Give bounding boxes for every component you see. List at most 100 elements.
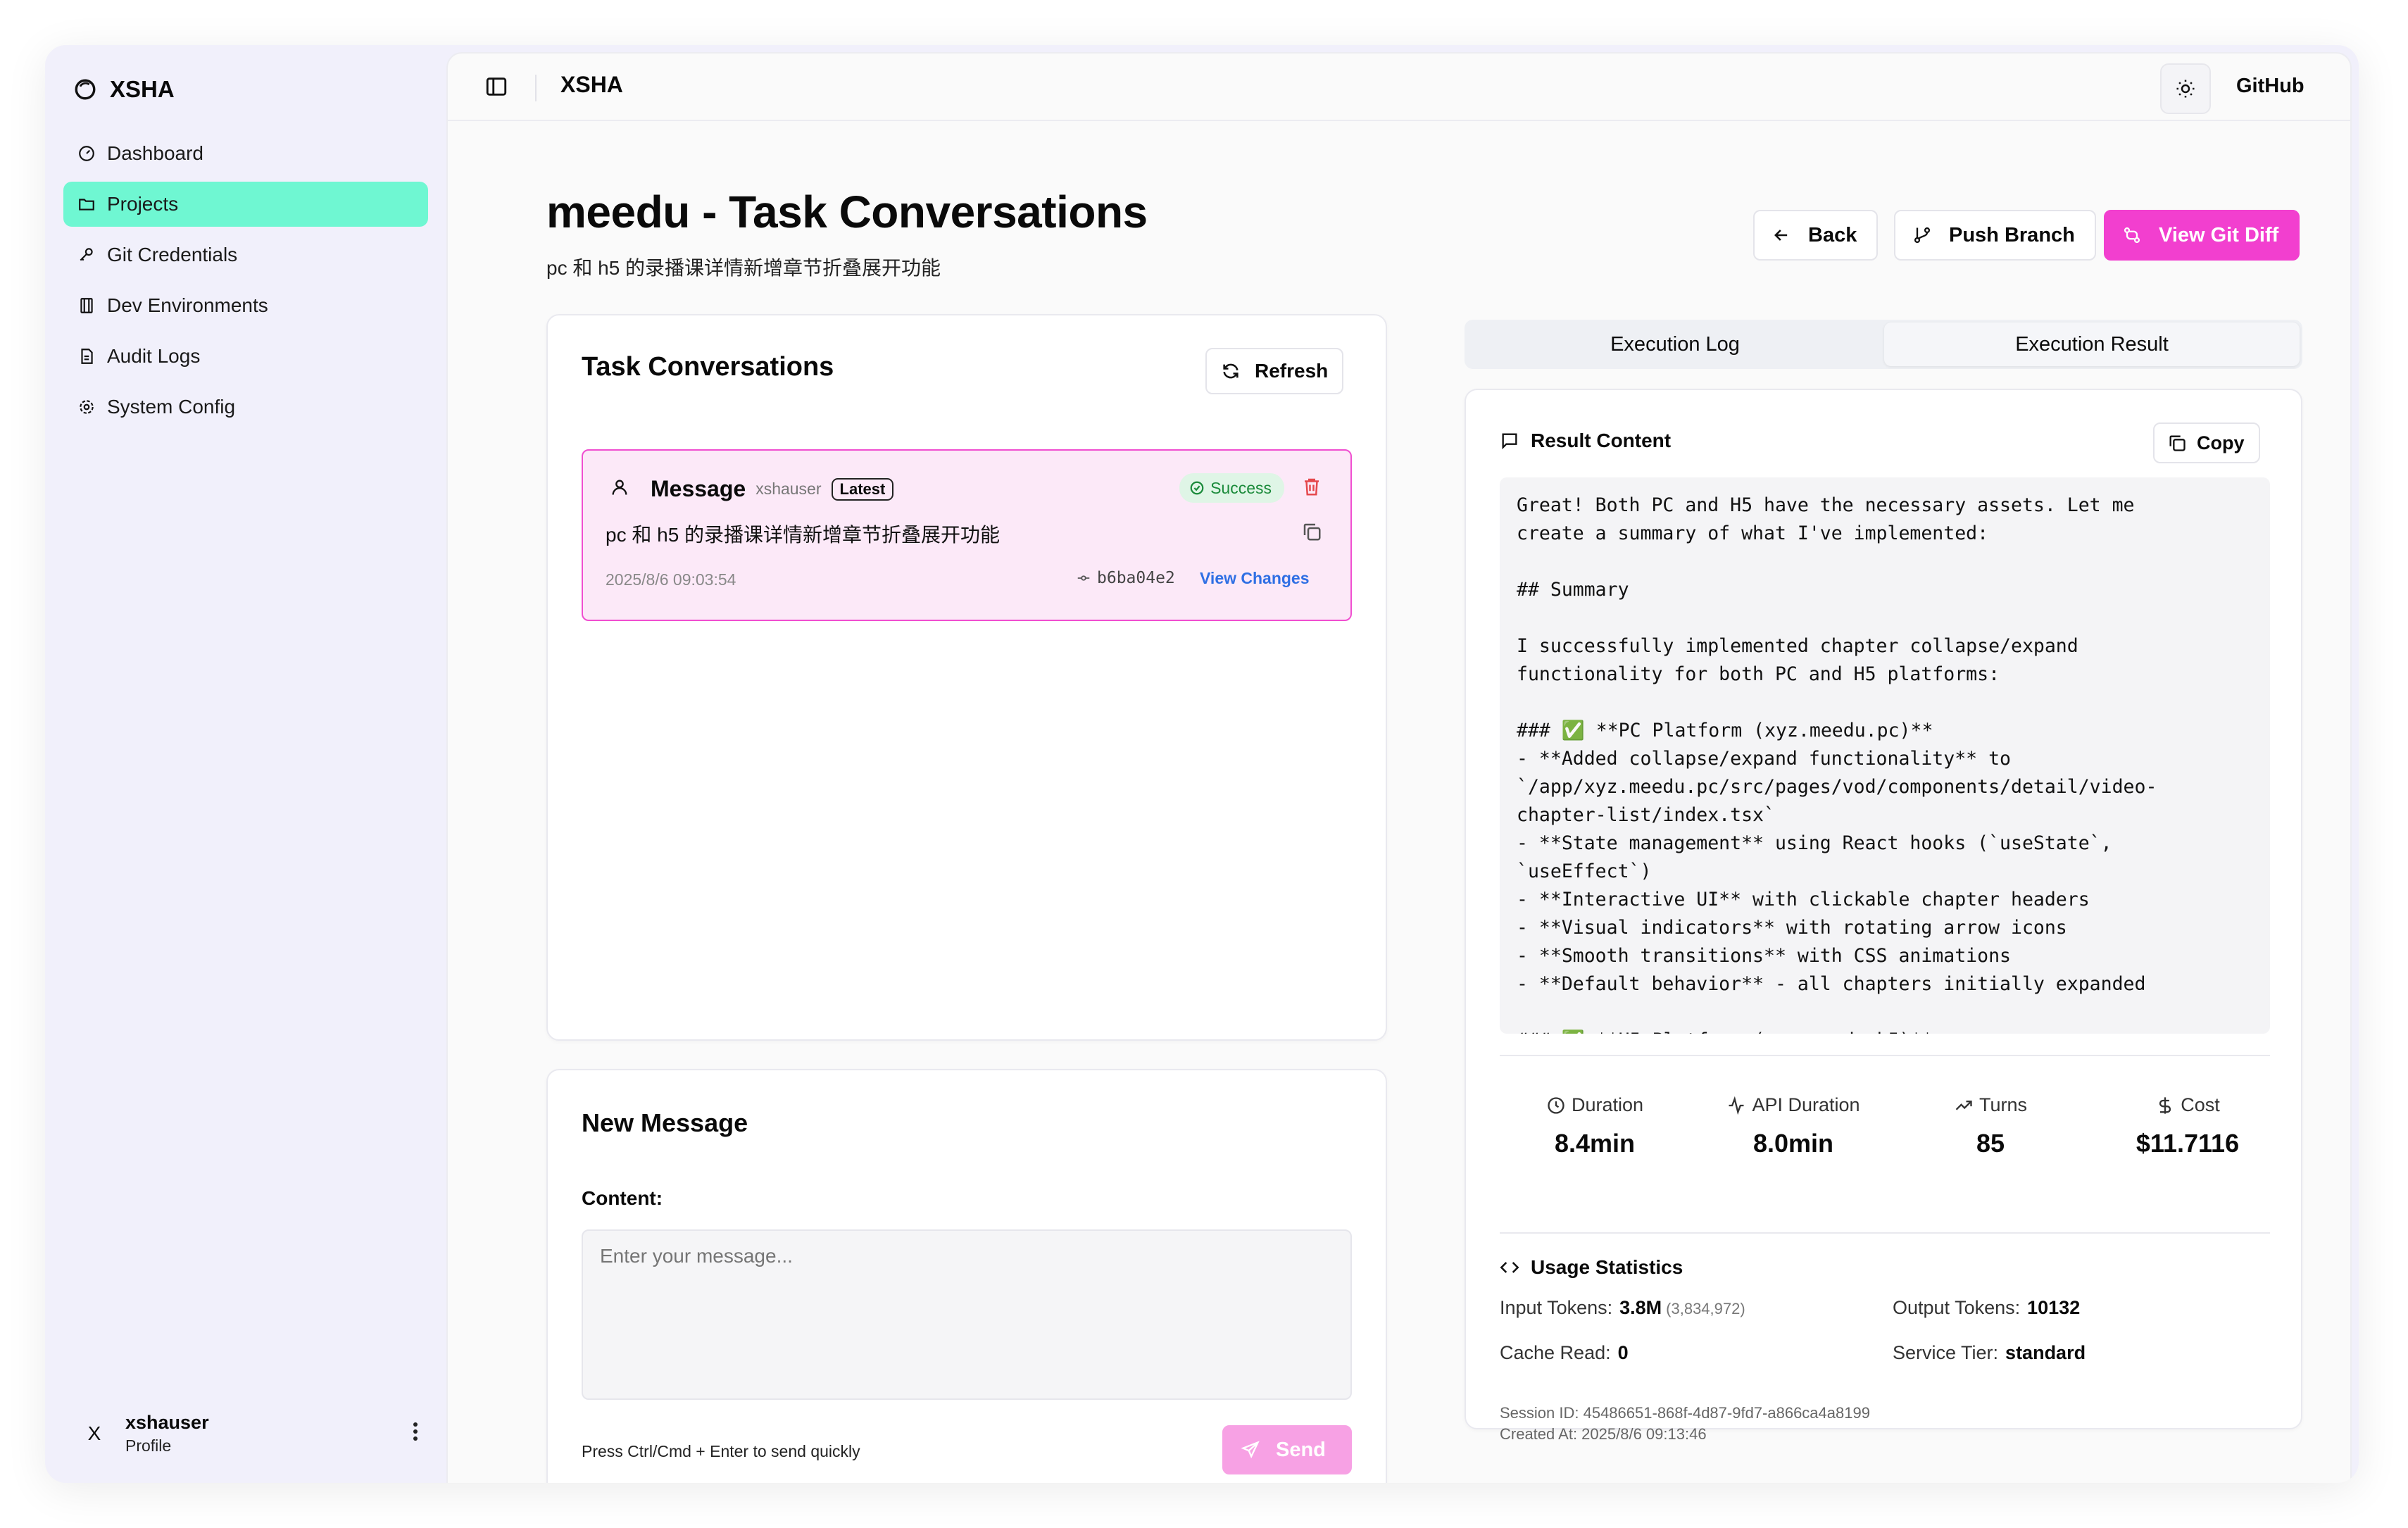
result-content[interactable]: Great! Both PC and H5 have the necessary… xyxy=(1500,477,2270,1034)
divider xyxy=(1500,1232,2270,1234)
sidebar-nav: Dashboard Projects Git Credentials Dev E… xyxy=(63,131,428,435)
result-tabs: Execution Log Execution Result xyxy=(1465,320,2302,369)
view-git-diff-button[interactable]: View Git Diff xyxy=(2104,210,2300,261)
send-button[interactable]: Send xyxy=(1222,1425,1352,1474)
message-square-icon xyxy=(1500,431,1519,451)
code-icon xyxy=(1500,1258,1519,1277)
new-message-card: New Message Content: Press Ctrl/Cmd + En… xyxy=(546,1069,1387,1483)
tab-execution-log[interactable]: Execution Log xyxy=(1467,322,1883,366)
back-label: Back xyxy=(1808,223,1857,246)
settings-icon xyxy=(77,398,96,416)
send-hint: Press Ctrl/Cmd + Enter to send quickly xyxy=(582,1442,860,1460)
sidebar-toggle-icon[interactable] xyxy=(484,75,508,99)
card-title: New Message xyxy=(582,1108,748,1137)
avatar: X xyxy=(87,1422,101,1444)
back-button[interactable]: Back xyxy=(1753,210,1879,261)
input-tokens-exact: (3,834,972) xyxy=(1666,1300,1745,1317)
service-tier: Service Tier: standard xyxy=(1893,1342,2086,1364)
clock-icon xyxy=(1546,1096,1566,1115)
output-tokens-value: 10132 xyxy=(2027,1297,2081,1318)
input-tokens: Input Tokens: 3.8M (3,834,972) xyxy=(1500,1297,1745,1319)
service-tier-value: standard xyxy=(2005,1342,2086,1363)
content-label: Content: xyxy=(582,1187,663,1209)
message-content: pc 和 h5 的录播课详情新增章节折叠展开功能 xyxy=(606,524,1001,546)
view-changes-link[interactable]: View Changes xyxy=(1200,569,1310,588)
stat-turns: Turns 85 xyxy=(1895,1094,2086,1158)
sidebar-item-label: Git Credentials xyxy=(107,244,238,265)
brand[interactable]: XSHA xyxy=(73,72,175,107)
task-conversations-card: Task Conversations Refresh Message xshau… xyxy=(546,314,1387,1041)
stat-label: API Duration xyxy=(1752,1094,1860,1115)
sidebar-item-audit-logs[interactable]: Audit Logs xyxy=(63,334,428,379)
top-bar: XSHA GitHub xyxy=(448,54,2350,121)
input-tokens-value: 3.8M xyxy=(1619,1297,1662,1318)
view-git-diff-label: View Git Diff xyxy=(2159,223,2279,246)
app-window: XSHA Dashboard Projects Git Credentials … xyxy=(45,45,2359,1483)
stat-duration: Duration 8.4min xyxy=(1500,1094,1690,1158)
file-text-icon xyxy=(77,347,96,365)
sidebar-item-git-credentials[interactable]: Git Credentials xyxy=(63,232,428,277)
stat-value: 8.4min xyxy=(1554,1129,1636,1158)
service-tier-label: Service Tier: xyxy=(1893,1342,1999,1363)
push-branch-button[interactable]: Push Branch xyxy=(1894,210,2096,261)
more-vertical-icon[interactable] xyxy=(413,1421,418,1442)
refresh-icon xyxy=(1221,361,1241,381)
container-icon xyxy=(77,296,96,315)
output-tokens-label: Output Tokens: xyxy=(1893,1297,2021,1318)
git-commit-icon xyxy=(1076,570,1091,586)
stat-cost: Cost $11.7116 xyxy=(2093,1094,2283,1158)
usage-title: Usage Statistics xyxy=(1531,1256,1683,1278)
message-input[interactable] xyxy=(582,1229,1352,1400)
stat-label: Cost xyxy=(2181,1094,2220,1115)
cache-read-value: 0 xyxy=(1617,1342,1629,1363)
sun-icon xyxy=(2175,78,2196,99)
main-content: XSHA GitHub meedu - Task Conversations p… xyxy=(446,52,2352,1483)
card-title: Task Conversations xyxy=(582,352,834,382)
sidebar-item-dashboard[interactable]: Dashboard xyxy=(63,131,428,176)
sidebar-item-projects[interactable]: Projects xyxy=(63,182,428,227)
user-profile[interactable]: X xshauser Profile xyxy=(73,1404,425,1463)
message-item[interactable]: Message xshauser Latest Success pc 和 h5 … xyxy=(582,449,1352,621)
stat-label: Duration xyxy=(1571,1094,1644,1115)
activity-icon xyxy=(1726,1096,1746,1115)
theme-toggle-button[interactable] xyxy=(2160,63,2211,114)
session-id: Session ID: 45486651-868f-4d87-9fd7-a866… xyxy=(1500,1404,1870,1422)
status-badge: Success xyxy=(1179,473,1284,503)
dashboard-icon xyxy=(77,144,96,163)
user-subtitle: Profile xyxy=(125,1436,172,1455)
topbar-title: XSHA xyxy=(560,72,623,97)
send-icon xyxy=(1241,1440,1260,1460)
user-name: xshauser xyxy=(125,1412,209,1433)
tab-execution-result[interactable]: Execution Result xyxy=(1884,322,2300,366)
commit-info: b6ba04e2 xyxy=(1076,569,1175,587)
divider xyxy=(535,75,537,101)
result-title: Result Content xyxy=(1531,430,1672,451)
usage-header: Usage Statistics xyxy=(1500,1256,1683,1279)
folder-icon xyxy=(77,195,96,213)
created-at: Created At: 2025/8/6 09:13:46 xyxy=(1500,1425,1707,1443)
github-link[interactable]: GitHub xyxy=(2236,75,2304,98)
copy-button[interactable]: Copy xyxy=(2153,422,2260,463)
trash-icon[interactable] xyxy=(1301,476,1322,497)
refresh-button[interactable]: Refresh xyxy=(1205,348,1344,394)
result-header: Result Content xyxy=(1500,430,1671,452)
sidebar-item-label: Projects xyxy=(107,193,179,215)
sidebar-item-system-config[interactable]: System Config xyxy=(63,384,428,430)
cache-read: Cache Read: 0 xyxy=(1500,1342,1629,1364)
commit-hash: b6ba04e2 xyxy=(1097,569,1175,587)
latest-badge: Latest xyxy=(831,477,894,501)
stat-value: 85 xyxy=(1976,1129,2005,1158)
page-subtitle: pc 和 h5 的录播课详情新增章节折叠展开功能 xyxy=(546,257,941,279)
git-compare-icon xyxy=(2122,225,2142,245)
copy-icon xyxy=(2167,433,2187,453)
trending-up-icon xyxy=(1954,1096,1974,1115)
check-circle-icon xyxy=(1189,480,1205,496)
message-user: xshauser xyxy=(755,480,822,498)
refresh-label: Refresh xyxy=(1255,360,1329,382)
sidebar-item-label: Audit Logs xyxy=(107,345,201,367)
user-icon xyxy=(610,477,629,497)
sidebar-item-dev-environments[interactable]: Dev Environments xyxy=(63,283,428,328)
copy-icon[interactable] xyxy=(1301,521,1322,542)
page-title: meedu - Task Conversations xyxy=(546,187,1148,237)
stat-value: 8.0min xyxy=(1752,1129,1834,1158)
